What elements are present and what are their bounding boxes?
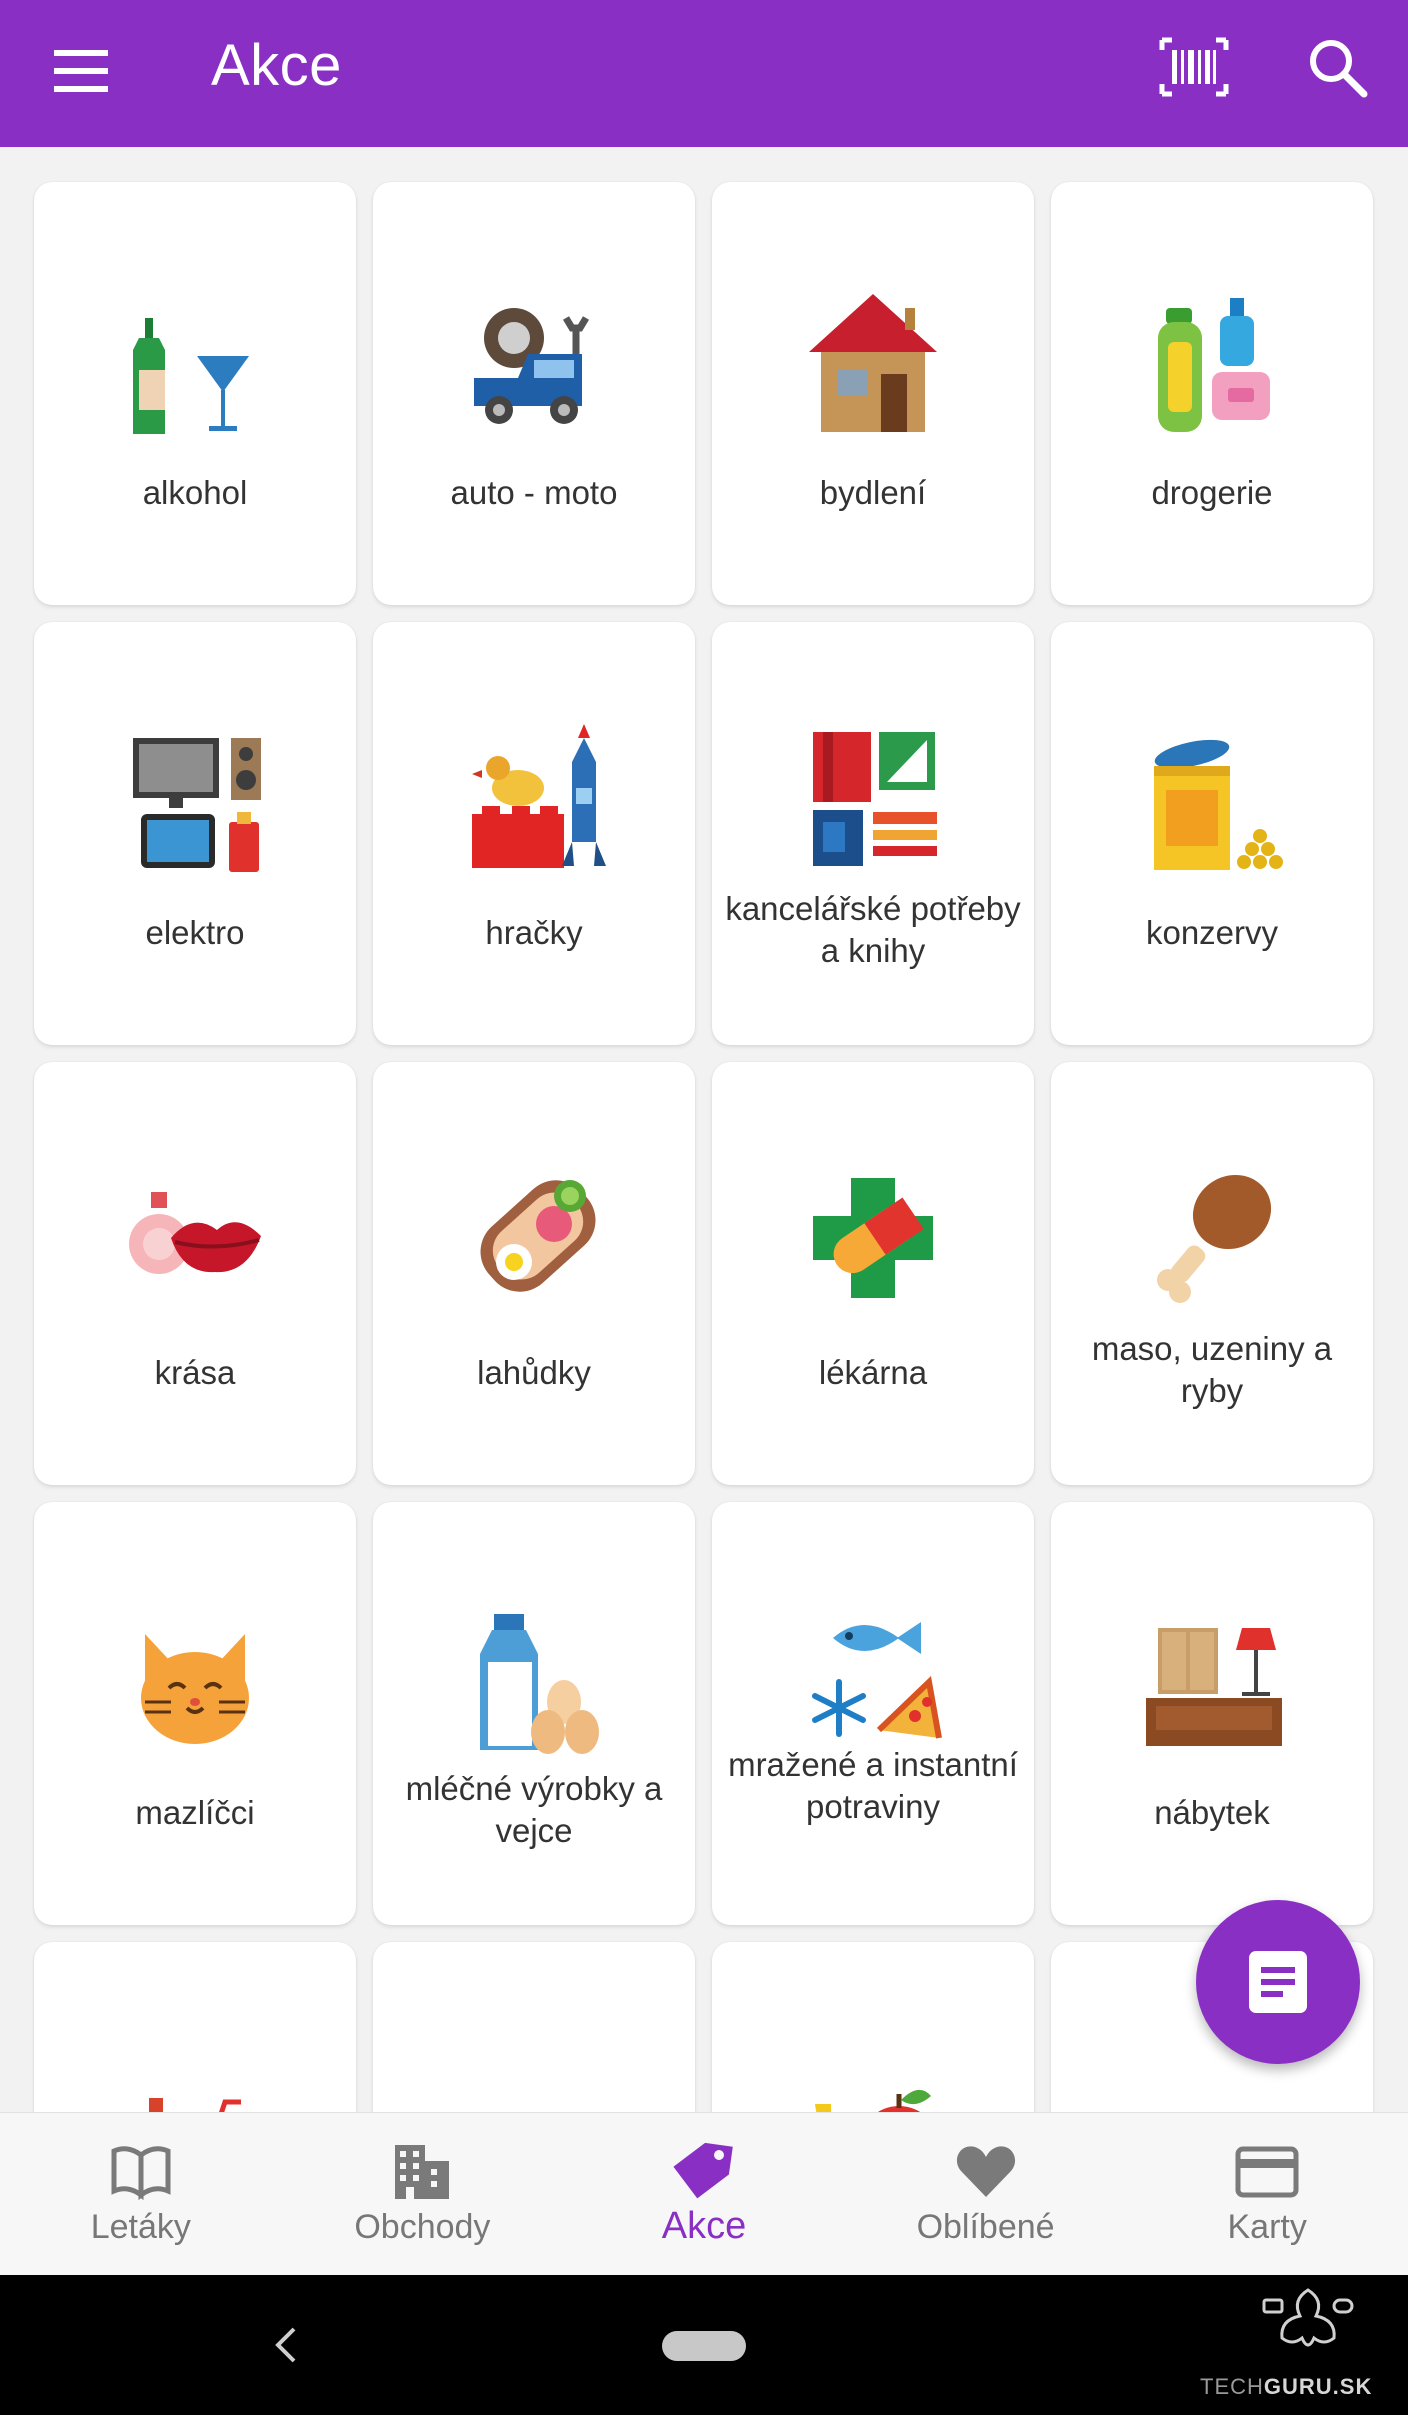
category-card-mazlicci[interactable]: mazlíčci bbox=[34, 1502, 356, 1925]
category-card-drogerie[interactable]: drogerie bbox=[1051, 182, 1373, 605]
category-label: mazlíčci bbox=[135, 1794, 255, 1831]
category-label: auto - moto bbox=[450, 474, 618, 511]
nav-item-akce[interactable]: Akce bbox=[563, 2113, 845, 2276]
category-card-krasa[interactable]: krása bbox=[34, 1062, 356, 1485]
category-card-alkohol[interactable]: alkohol bbox=[34, 182, 356, 605]
bottom-navigation: Letáky Obchody Akce Oblíbené Karty bbox=[0, 2112, 1408, 2276]
system-navigation-bar bbox=[0, 2275, 1408, 2415]
list-fab-button[interactable] bbox=[1196, 1900, 1360, 2064]
nav-label: Oblíbené bbox=[916, 2208, 1055, 2246]
car-tools-icon bbox=[454, 278, 614, 438]
barcode-icon[interactable] bbox=[1158, 36, 1230, 98]
category-label: maso, uzeniny a ryby bbox=[1091, 1330, 1333, 1409]
cosmetics-bottles-icon bbox=[1132, 278, 1292, 438]
alcohol-icon bbox=[115, 278, 275, 438]
office-books-icon bbox=[793, 718, 953, 878]
house-icon bbox=[793, 278, 953, 438]
category-label: nábytek bbox=[1154, 1794, 1270, 1831]
heart-icon bbox=[956, 2146, 1015, 2197]
search-icon[interactable] bbox=[1306, 36, 1370, 100]
furniture-icon bbox=[1132, 1598, 1292, 1758]
category-grid: alkohol auto - moto bydlení drogerie ele bbox=[34, 182, 1373, 2112]
category-label: hračky bbox=[485, 914, 583, 951]
perfume-lips-icon bbox=[115, 1158, 275, 1318]
watermark-text: TECHGURU.SK bbox=[1200, 2374, 1373, 2399]
frozen-food-icon bbox=[793, 1598, 953, 1758]
electronics-icon bbox=[115, 718, 275, 878]
category-card-mrazene[interactable]: mražené a instantní potraviny bbox=[712, 1502, 1034, 1925]
category-card-ovoce[interactable] bbox=[712, 1942, 1034, 2112]
back-chevron-icon[interactable] bbox=[268, 2325, 304, 2365]
nav-label: Letáky bbox=[90, 2208, 191, 2246]
category-label: elektro bbox=[145, 914, 245, 951]
page-title: Akce bbox=[211, 33, 342, 98]
category-label: konzervy bbox=[1145, 914, 1279, 951]
nav-label: Obchody bbox=[354, 2208, 491, 2246]
tag-icon bbox=[673, 2142, 733, 2199]
category-card-auto-moto[interactable]: auto - moto bbox=[373, 182, 695, 605]
list-document-icon bbox=[1249, 1951, 1307, 2013]
pharmacy-icon bbox=[793, 1158, 953, 1318]
app-bar: Akce bbox=[0, 0, 1408, 147]
nav-label: Akce bbox=[661, 2205, 747, 2247]
drinks-icon bbox=[115, 2038, 275, 2112]
category-card-nabytek[interactable]: nábytek bbox=[1051, 1502, 1373, 1925]
watermark: TECHGURU.SK bbox=[1198, 2280, 1398, 2410]
nav-label: Karty bbox=[1227, 2208, 1307, 2246]
category-card-lahudky[interactable]: lahůdky bbox=[373, 1062, 695, 1485]
category-card-bydleni[interactable]: bydlení bbox=[712, 182, 1034, 605]
home-pill-button[interactable] bbox=[662, 2331, 746, 2361]
category-label: kancelářské potřeby a knihy bbox=[725, 890, 1021, 969]
canned-food-icon bbox=[1132, 718, 1292, 878]
category-list[interactable]: alkohol auto - moto bydlení drogerie ele bbox=[0, 147, 1408, 2112]
category-label: drogerie bbox=[1151, 474, 1273, 511]
nav-item-obchody[interactable]: Obchody bbox=[282, 2113, 564, 2276]
techguru-logo-icon bbox=[1262, 2288, 1354, 2347]
category-label: lahůdky bbox=[477, 1354, 591, 1391]
milk-eggs-icon bbox=[454, 1598, 614, 1758]
category-card-kancelarske[interactable]: kancelářské potřeby a knihy bbox=[712, 622, 1034, 1045]
toys-icon bbox=[454, 718, 614, 878]
nav-item-letaky[interactable]: Letáky bbox=[0, 2113, 282, 2276]
nav-item-oblibene[interactable]: Oblíbené bbox=[845, 2113, 1127, 2276]
card-icon bbox=[1235, 2146, 1299, 2198]
category-card-obleceni[interactable] bbox=[373, 1942, 695, 2112]
delicatessen-icon bbox=[454, 1158, 614, 1318]
menu-icon[interactable] bbox=[50, 40, 112, 102]
category-label: mražené a instantní potraviny bbox=[728, 1746, 1018, 1825]
category-label: mléčné výrobky a vejce bbox=[405, 1770, 663, 1849]
category-card-elektro[interactable]: elektro bbox=[34, 622, 356, 1045]
clothes-icon bbox=[454, 2038, 614, 2112]
category-card-lekarna[interactable]: lékárna bbox=[712, 1062, 1034, 1485]
category-label: alkohol bbox=[142, 474, 248, 511]
category-card-napoje[interactable] bbox=[34, 1942, 356, 2112]
nav-item-karty[interactable]: Karty bbox=[1126, 2113, 1408, 2276]
category-card-konzervy[interactable]: konzervy bbox=[1051, 622, 1373, 1045]
category-label: krása bbox=[154, 1354, 236, 1391]
category-card-hracky[interactable]: hračky bbox=[373, 622, 695, 1045]
building-icon bbox=[395, 2145, 450, 2199]
open-book-icon bbox=[111, 2146, 171, 2201]
category-card-mlecne[interactable]: mléčné výrobky a vejce bbox=[373, 1502, 695, 1925]
category-card-maso[interactable]: maso, uzeniny a ryby bbox=[1051, 1062, 1373, 1485]
cat-icon bbox=[115, 1598, 275, 1758]
drumstick-icon bbox=[1132, 1158, 1292, 1318]
category-label: lékárna bbox=[818, 1354, 928, 1391]
fruit-icon bbox=[793, 2038, 953, 2112]
category-label: bydlení bbox=[819, 474, 927, 511]
